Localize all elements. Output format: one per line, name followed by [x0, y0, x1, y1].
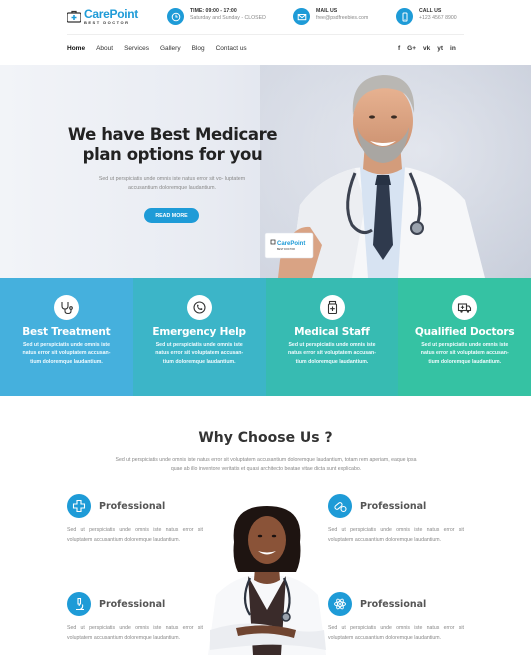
ambulance-icon — [452, 295, 478, 320]
card-logo-text: CarePoint — [277, 241, 305, 247]
why-item-title: Professional — [360, 599, 427, 610]
phone-call-icon — [186, 295, 212, 320]
phone-icon — [396, 8, 413, 25]
atom-icon — [328, 592, 352, 616]
doctor-photo: CarePoint BEST DOCTOR — [260, 65, 531, 278]
medical-cross-icon — [67, 494, 91, 518]
why-item-text: Sed ut perspiciatis unde omnis iste natu… — [67, 527, 203, 543]
logo-name-part1: Care — [84, 7, 110, 21]
medicine-bottle-icon — [319, 295, 345, 320]
info-mail-value[interactable]: free@psdfreebies.com — [316, 15, 368, 22]
nav-item-services[interactable]: Services — [124, 45, 149, 52]
why-choose-text: Sed ut perspiciatis unde omnis iste natu… — [115, 457, 417, 472]
info-time: TIME: 09:00 - 17:00 Saturday and Sunday … — [167, 8, 266, 25]
card-tagline-text: BEST DOCTOR — [277, 248, 295, 251]
logo-mark-icon — [67, 10, 81, 23]
stethoscope-icon — [54, 295, 79, 320]
nurse-photo — [208, 506, 326, 655]
social-links: f G+ vk yt in — [398, 45, 463, 52]
vk-icon[interactable]: vk — [423, 45, 430, 52]
why-item-text: Sed ut perspiciatis unde omnis iste natu… — [328, 527, 464, 543]
info-call-title: CALL US — [419, 8, 442, 14]
info-time-title: TIME: 09:00 - 17:00 — [190, 8, 237, 14]
why-item-text: Sed ut perspiciatis unde omnis iste natu… — [67, 625, 203, 641]
nav-item-gallery[interactable]: Gallery — [160, 45, 181, 52]
hero-title: We have Best Medicare plan options for y… — [67, 125, 278, 164]
feature-text: Sed ut perspiciatis unde omnis iste natu… — [22, 342, 111, 365]
why-choose-title: Why Choose Us ? — [198, 430, 333, 446]
feature-qualified-doctors[interactable]: Qualified Doctors Sed ut perspiciatis un… — [398, 278, 531, 396]
feature-text: Sed ut perspiciatis unde omnis iste natu… — [155, 342, 244, 365]
info-time-value: Saturday and Sunday - CLOSED — [190, 15, 266, 21]
feature-medical-staff[interactable]: Medical Staff Sed ut perspiciatis unde o… — [265, 278, 399, 396]
info-call: CALL US +123 4567 8900 — [396, 8, 457, 25]
why-item-title: Professional — [360, 501, 427, 512]
header-divider — [67, 34, 464, 35]
youtube-icon[interactable]: yt — [437, 45, 443, 52]
features-strip: Best Treatment Sed ut perspiciatis unde … — [0, 278, 531, 396]
nav-item-contact[interactable]: Contact us — [216, 45, 247, 52]
mail-icon — [293, 8, 310, 25]
logo-tagline: BEST DOCTOR — [84, 20, 130, 25]
why-item-title: Professional — [99, 599, 166, 610]
clock-icon — [167, 8, 184, 25]
feature-best-treatment[interactable]: Best Treatment Sed ut perspiciatis unde … — [0, 278, 133, 396]
info-mail-title: MAIL US — [316, 8, 338, 14]
feature-text: Sed ut perspiciatis unde omnis iste natu… — [420, 342, 509, 365]
feature-text: Sed ut perspiciatis unde omnis iste natu… — [288, 342, 376, 365]
nav-item-about[interactable]: About — [96, 45, 113, 52]
info-mail: MAIL US free@psdfreebies.com — [293, 8, 368, 25]
feature-title: Best Treatment — [22, 326, 111, 338]
why-item-text: Sed ut perspiciatis unde omnis iste natu… — [328, 625, 464, 641]
nav-item-blog[interactable]: Blog — [192, 45, 205, 52]
feature-title: Medical Staff — [294, 326, 370, 338]
info-call-value[interactable]: +123 4567 8900 — [419, 15, 457, 22]
site-logo[interactable]: CarePoint BEST DOCTOR — [67, 8, 138, 25]
linkedin-icon[interactable]: in — [450, 45, 456, 52]
logo-name-part2: Point — [109, 7, 138, 21]
main-nav: Home About Services Gallery Blog Contact… — [67, 45, 258, 52]
google-plus-icon[interactable]: G+ — [407, 45, 416, 52]
microscope-icon — [67, 592, 91, 616]
why-item-title: Professional — [99, 501, 166, 512]
read-more-button[interactable]: READ MORE — [144, 208, 199, 223]
facebook-icon[interactable]: f — [398, 45, 400, 52]
top-bar: CarePoint BEST DOCTOR TIME: 09:00 - 17:0… — [0, 0, 531, 34]
feature-title: Qualified Doctors — [414, 326, 515, 338]
pills-icon — [328, 494, 352, 518]
nav-item-home[interactable]: Home — [67, 45, 85, 52]
hero-banner: CarePoint BEST DOCTOR We have Best Medic… — [0, 65, 531, 278]
feature-emergency-help[interactable]: Emergency Help Sed ut perspiciatis unde … — [132, 278, 266, 396]
feature-title: Emergency Help — [152, 326, 246, 338]
hero-text: Sed ut perspiciatis unde omnis iste natu… — [98, 176, 246, 191]
